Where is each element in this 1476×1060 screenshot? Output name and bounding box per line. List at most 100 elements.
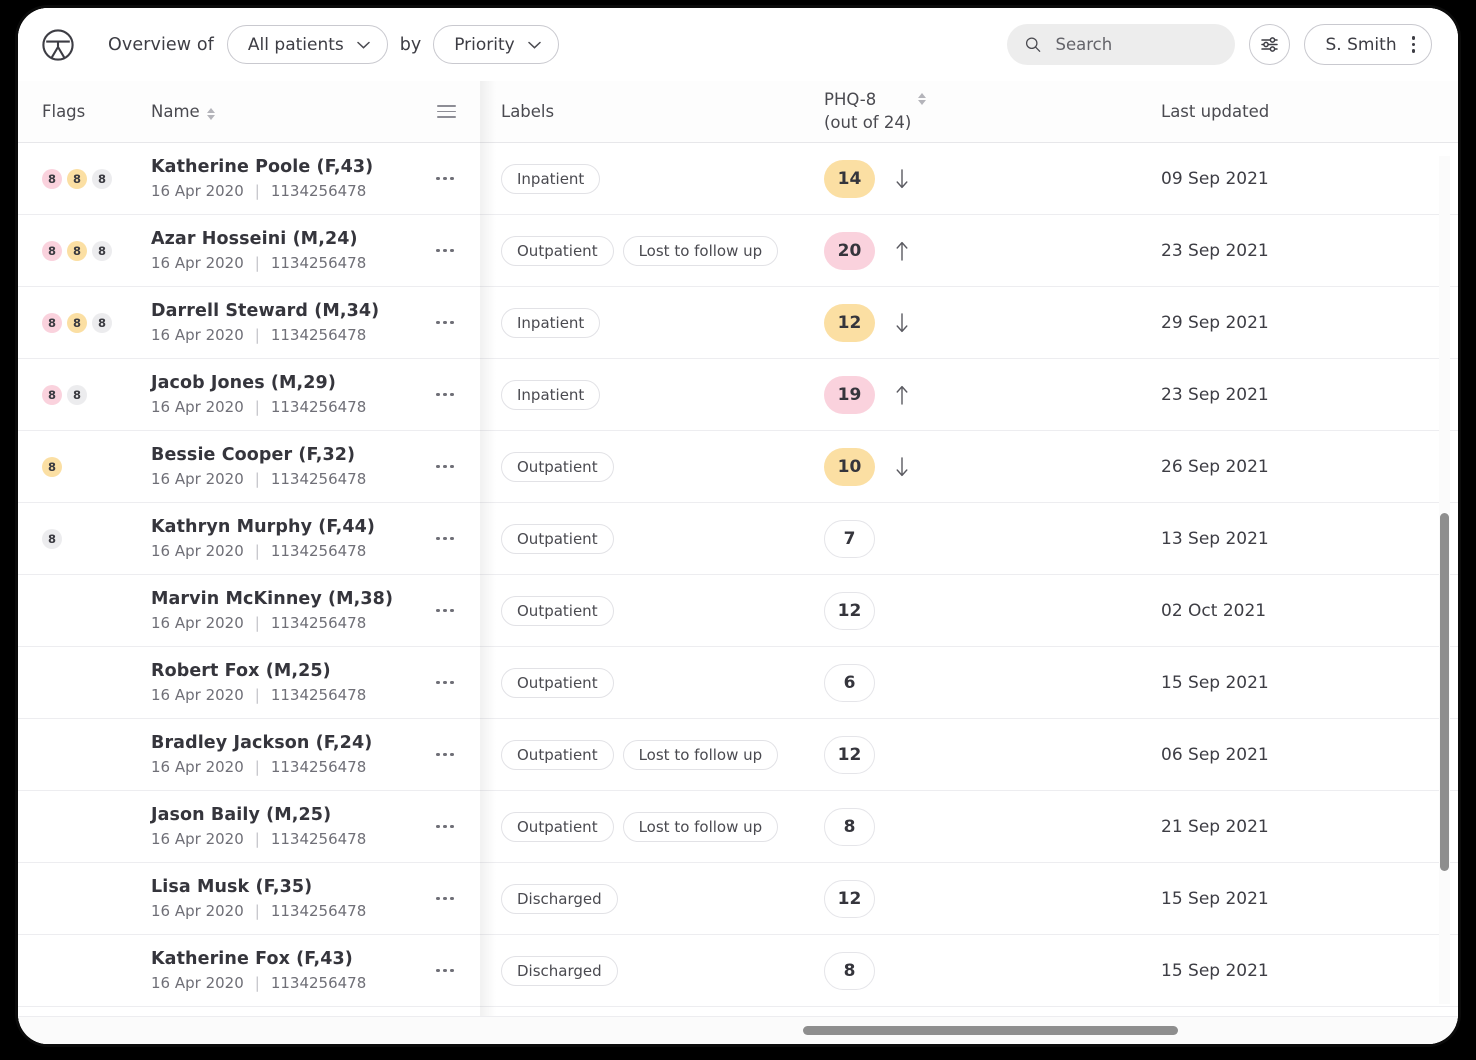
patient-name: Jason Baily (M,25): [151, 805, 332, 825]
phq-score-badge[interactable]: 12: [824, 591, 875, 630]
row-actions-menu-icon[interactable]: [436, 608, 454, 613]
meta-separator: |: [254, 542, 260, 560]
patient-date: 16 Apr 2020: [151, 470, 244, 488]
row-name-cell: Katherine Fox (F,43) 16 Apr 2020 | 11342…: [130, 949, 480, 992]
label-chip[interactable]: Lost to follow up: [622, 739, 779, 770]
label-chip[interactable]: Outpatient: [501, 811, 614, 842]
row-actions-menu-icon[interactable]: [436, 752, 454, 757]
vertical-scrollbar-thumb[interactable]: [1440, 513, 1449, 871]
sort-filter-dropdown[interactable]: Priority: [433, 25, 559, 64]
phq-score-badge[interactable]: 7: [824, 519, 875, 558]
flag-badge[interactable]: 8: [42, 240, 62, 261]
table-row[interactable]: 888 Darrell Steward (M,34) 16 Apr 2020 |…: [18, 287, 1458, 359]
flag-badge[interactable]: 8: [67, 384, 87, 405]
hamburger-menu-icon[interactable]: [437, 105, 456, 118]
table-row[interactable]: Robert Fox (M,25) 16 Apr 2020 | 11342564…: [18, 647, 1458, 719]
column-header-phq[interactable]: PHQ-8 (out of 24): [810, 89, 1140, 134]
flag-badge[interactable]: 8: [92, 168, 112, 189]
flag-list: 8: [42, 528, 130, 549]
label-chip[interactable]: Discharged: [501, 883, 618, 914]
label-chip[interactable]: Outpatient: [501, 235, 614, 266]
row-actions-menu-icon[interactable]: [436, 464, 454, 469]
phq-score-badge[interactable]: 8: [824, 807, 875, 846]
table-row[interactable]: 88 Jacob Jones (M,29) 16 Apr 2020 | 1134…: [18, 359, 1458, 431]
label-chip[interactable]: Discharged: [501, 955, 618, 986]
phq-score-badge[interactable]: 6: [824, 663, 875, 702]
horizontal-scrollbar-track[interactable]: [18, 1016, 1458, 1044]
flag-badge[interactable]: 8: [92, 312, 112, 333]
row-phq-cell: 12: [810, 735, 1140, 774]
flag-list: 888: [42, 312, 130, 333]
table-row[interactable]: 888 Azar Hosseini (M,24) 16 Apr 2020 | 1…: [18, 215, 1458, 287]
flag-badge[interactable]: 8: [42, 456, 62, 477]
search-box[interactable]: [1007, 24, 1236, 65]
column-header-labels[interactable]: Labels: [480, 102, 810, 121]
table-row[interactable]: Jason Baily (M,25) 16 Apr 2020 | 1134256…: [18, 791, 1458, 863]
flag-badge[interactable]: 8: [42, 312, 62, 333]
label-chip[interactable]: Outpatient: [501, 595, 614, 626]
flag-badge[interactable]: 8: [42, 528, 62, 549]
row-actions-menu-icon[interactable]: [436, 176, 454, 181]
horizontal-scrollbar-thumb[interactable]: [803, 1026, 1178, 1035]
column-header-last-updated[interactable]: Last updated: [1140, 102, 1458, 121]
table-row[interactable]: Katherine Fox (F,43) 16 Apr 2020 | 11342…: [18, 935, 1458, 1007]
phq-score-badge[interactable]: 8: [824, 951, 875, 990]
phq-score-badge[interactable]: 12: [824, 303, 875, 342]
phq-score-badge[interactable]: 10: [824, 447, 875, 486]
filter-settings-button[interactable]: [1249, 24, 1291, 65]
flag-badge[interactable]: 8: [42, 384, 62, 405]
flag-badge[interactable]: 8: [67, 312, 87, 333]
table-row[interactable]: Bradley Jackson (F,24) 16 Apr 2020 | 113…: [18, 719, 1458, 791]
row-actions-menu-icon[interactable]: [436, 248, 454, 253]
sort-arrows-icon[interactable]: [206, 104, 215, 120]
label-chip[interactable]: Inpatient: [501, 163, 601, 194]
flag-badge[interactable]: 8: [92, 240, 112, 261]
row-phq-cell: 12: [810, 879, 1140, 918]
table-row[interactable]: 888 Katherine Poole (F,43) 16 Apr 2020 |…: [18, 143, 1458, 215]
flag-badge[interactable]: 8: [67, 240, 87, 261]
trend-down-icon: [896, 168, 908, 188]
sort-arrows-icon[interactable]: [918, 89, 927, 106]
patient-identity: Katherine Fox (F,43) 16 Apr 2020 | 11342…: [130, 949, 366, 992]
row-actions-menu-icon[interactable]: [436, 680, 454, 685]
patient-date: 16 Apr 2020: [151, 254, 244, 272]
flag-badge[interactable]: 8: [42, 168, 62, 189]
column-header-flags[interactable]: Flags: [18, 102, 130, 121]
table-row[interactable]: 8 Kathryn Murphy (F,44) 16 Apr 2020 | 11…: [18, 503, 1458, 575]
phq-score-badge[interactable]: 14: [824, 159, 875, 198]
user-name-label: S. Smith: [1325, 34, 1397, 55]
phq-score-badge[interactable]: 12: [824, 879, 875, 918]
label-chip[interactable]: Lost to follow up: [622, 235, 779, 266]
phq-score-badge[interactable]: 20: [824, 231, 875, 270]
label-chip[interactable]: Lost to follow up: [622, 811, 779, 842]
patient-meta: 16 Apr 2020 | 1134256478: [151, 614, 393, 632]
row-actions-menu-icon[interactable]: [436, 392, 454, 397]
label-chip[interactable]: Outpatient: [501, 451, 614, 482]
row-actions-menu-icon[interactable]: [436, 320, 454, 325]
patients-filter-dropdown[interactable]: All patients: [226, 25, 388, 64]
search-input[interactable]: [1055, 35, 1218, 54]
column-header-name[interactable]: Name: [130, 102, 480, 121]
label-chip[interactable]: Inpatient: [501, 307, 601, 338]
phq-score-badge[interactable]: 12: [824, 735, 875, 774]
table-row[interactable]: Marvin McKinney (M,38) 16 Apr 2020 | 113…: [18, 575, 1458, 647]
phq-score-badge[interactable]: 19: [824, 375, 875, 414]
last-updated-value: 06 Sep 2021: [1161, 744, 1269, 765]
label-chip[interactable]: Outpatient: [501, 739, 614, 770]
table-row[interactable]: 8 Bessie Cooper (F,32) 16 Apr 2020 | 113…: [18, 431, 1458, 503]
meta-separator: |: [254, 830, 260, 848]
row-phq-cell: 10: [810, 447, 1140, 486]
row-actions-menu-icon[interactable]: [436, 536, 454, 541]
device-frame: Overview of All patients by Priority Sea…: [18, 8, 1458, 1044]
label-chip[interactable]: Inpatient: [501, 379, 601, 410]
user-account-button[interactable]: S. Smith: [1304, 24, 1432, 65]
flag-badge[interactable]: 8: [67, 168, 87, 189]
row-actions-menu-icon[interactable]: [436, 896, 454, 901]
label-chip[interactable]: Outpatient: [501, 667, 614, 698]
row-actions-menu-icon[interactable]: [436, 968, 454, 973]
label-chip[interactable]: Outpatient: [501, 523, 614, 554]
row-actions-menu-icon[interactable]: [436, 824, 454, 829]
row-phq-cell: 19: [810, 375, 1140, 414]
kebab-menu-icon[interactable]: [1411, 36, 1415, 53]
table-row[interactable]: Lisa Musk (F,35) 16 Apr 2020 | 113425647…: [18, 863, 1458, 935]
